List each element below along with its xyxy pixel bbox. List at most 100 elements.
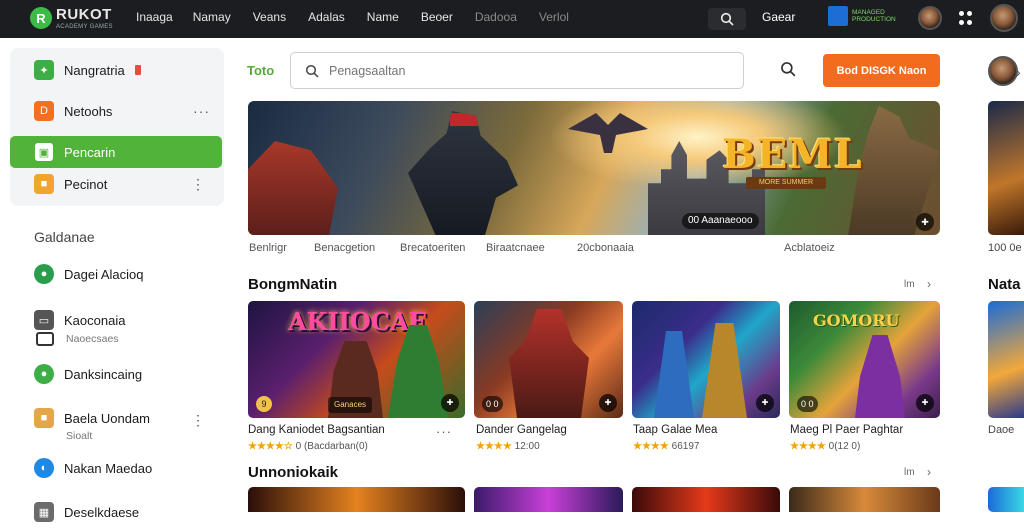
search-field[interactable] [290, 52, 744, 89]
rating-count: 66197 [671, 441, 700, 452]
sidebar-link-label: Kaoconaia [64, 312, 126, 328]
sidebar-item-label: Nangratria [64, 62, 125, 78]
apps-grid-icon[interactable] [959, 11, 973, 25]
sub-icon [36, 332, 54, 346]
peek-card-name: Daoe [988, 424, 1015, 436]
share-icon[interactable]: ✚ [916, 394, 934, 412]
search-icon [305, 64, 319, 78]
sidebar-section-heading: Galdanae [34, 229, 95, 245]
cta-button[interactable]: Bod DISGK Naon [823, 54, 940, 87]
globe-icon: ● [34, 264, 54, 284]
chevron-right-icon[interactable]: › [927, 277, 931, 291]
search-icon[interactable] [780, 61, 796, 77]
card-name[interactable]: Dang Kaniodet Bagsantian [248, 424, 385, 436]
stars: ★★★★ [790, 441, 826, 452]
card-name[interactable]: Taap Galae Mea [633, 424, 717, 436]
game-card[interactable] [789, 487, 940, 512]
section-more-link[interactable]: lm [904, 467, 915, 478]
top-right-label[interactable]: Gaear [762, 10, 795, 24]
game-card[interactable] [632, 487, 780, 512]
sidebar-item[interactable]: D Netoohs ··· [10, 95, 222, 127]
card-title-art: GOMORU [813, 311, 900, 330]
sidebar-link-label: Dagei Alacioq [64, 266, 144, 282]
box-icon: ■ [34, 174, 54, 194]
game-card[interactable]: AKIIOCAE 9 Ganaces ✚ [248, 301, 465, 418]
game-card[interactable]: GOMORU 0 0 ✚ [789, 301, 940, 418]
right-avatar[interactable] [988, 56, 1018, 86]
hero-character-left [248, 141, 338, 235]
nav-item[interactable]: Verlol [539, 10, 569, 24]
search-input[interactable] [329, 63, 709, 78]
stars: ★★★★ [476, 441, 512, 452]
sidebar-item[interactable]: ■ Pecinot ⋮ [10, 168, 222, 200]
game-card[interactable] [474, 487, 623, 512]
card-name[interactable]: Dander Gangelag [476, 424, 567, 436]
hero-meta: Biraatcnaee [486, 242, 545, 254]
top-search-button[interactable] [708, 8, 746, 30]
section-title: BongmNatin [248, 276, 338, 293]
more-options-icon[interactable]: ··· [436, 424, 452, 439]
sidebar-link[interactable]: ● Danksincaing [10, 358, 222, 390]
sidebar-item-label: Pencarin [64, 144, 116, 160]
package-icon: ■ [34, 408, 54, 428]
card-badge: 0 0 [482, 396, 503, 412]
hero-banner[interactable]: BEML MORE SUMMER 00 Aaanaeooo ✚ [248, 101, 940, 235]
game-card[interactable]: ✚ [632, 301, 780, 418]
hero-meta: Benacgetion [314, 242, 376, 254]
sidebar-link-label: Danksincaing [64, 366, 143, 382]
image-icon: ▣ [34, 142, 54, 162]
logo-text: RUKOT [56, 6, 112, 23]
game-card[interactable] [248, 487, 465, 512]
store-icon: ▦ [34, 502, 54, 522]
nav-item[interactable]: Dadooa [475, 10, 517, 24]
top-bar: R RUKOT ACADEMY GAMES Inaaga Namay Veans… [0, 0, 1024, 38]
chevron-right-icon[interactable]: › [1016, 64, 1021, 80]
sidebar-item-active[interactable]: ▣ Pencarin [10, 136, 222, 168]
section-more-link[interactable]: lm [904, 279, 915, 290]
tab-home[interactable]: Toto [247, 63, 274, 78]
rating-count: 0 (Bacdarban(0) [295, 441, 368, 452]
card-rating: ★★★★ 12:00 [476, 441, 540, 452]
peek-banner[interactable] [988, 101, 1024, 235]
nav-item[interactable]: Adalas [308, 10, 345, 24]
peek-card[interactable] [988, 487, 1024, 512]
card-rating: ★★★★☆ 0 (Bacdarban(0) [248, 441, 368, 452]
more-options-icon[interactable]: ⋮ [191, 176, 206, 193]
sidebar-link-label: Deselkdaese [64, 504, 140, 520]
sidebar-link[interactable]: ■ Baela Uondam ⋮ [10, 402, 222, 434]
monitor-icon: ▭ [34, 310, 54, 330]
share-icon[interactable]: ✚ [441, 394, 459, 412]
card-rating: ★★★★ 0(12 0) [790, 441, 860, 452]
nav-item[interactable]: Namay [193, 10, 231, 24]
more-options-icon[interactable]: ⋮ [191, 412, 206, 429]
hero-meta: Benlrigr [249, 242, 287, 254]
peek-card[interactable] [988, 301, 1024, 418]
nav-item[interactable]: Inaaga [136, 10, 173, 24]
sidebar-link-label: Baela Uondam [64, 410, 150, 426]
brand-badge[interactable]: MANAGED PRODUCTION [828, 6, 924, 26]
peek-caption: 100 0e [988, 242, 1022, 254]
card-name[interactable]: Maeg Pl Paer Paghtar [790, 424, 903, 436]
sidebar-link[interactable]: ◐ Nakan Maedao [10, 452, 222, 484]
more-options-icon[interactable]: ··· [193, 103, 210, 119]
share-icon[interactable]: ✚ [599, 394, 617, 412]
chevron-right-icon[interactable]: › [927, 465, 931, 479]
share-icon[interactable]: ✚ [916, 213, 934, 231]
brand-badge-text: MANAGED PRODUCTION [852, 9, 896, 23]
avatar[interactable] [918, 6, 942, 30]
sidebar-link-label: Nakan Maedao [64, 460, 153, 476]
leaf-icon: ✦ [34, 60, 54, 80]
hero-title: BEML [722, 131, 863, 178]
sidebar-item-label: Pecinot [64, 176, 108, 192]
sidebar-link[interactable]: ● Dagei Alacioq [10, 258, 222, 290]
sidebar-item[interactable]: ✦ Nangratria [10, 54, 222, 86]
app-logo[interactable]: R RUKOT ACADEMY GAMES [30, 6, 113, 30]
nav-item[interactable]: Veans [253, 10, 286, 24]
nav-item[interactable]: Name [367, 10, 399, 24]
sidebar-link[interactable]: ▦ Deselkdaese [10, 496, 222, 528]
share-icon[interactable]: ✚ [756, 394, 774, 412]
nav-item[interactable]: Beoer [421, 10, 453, 24]
user-avatar[interactable] [990, 4, 1018, 32]
game-card[interactable]: 0 0 ✚ [474, 301, 623, 418]
hero-meta: 20cbonaaia [577, 242, 634, 254]
